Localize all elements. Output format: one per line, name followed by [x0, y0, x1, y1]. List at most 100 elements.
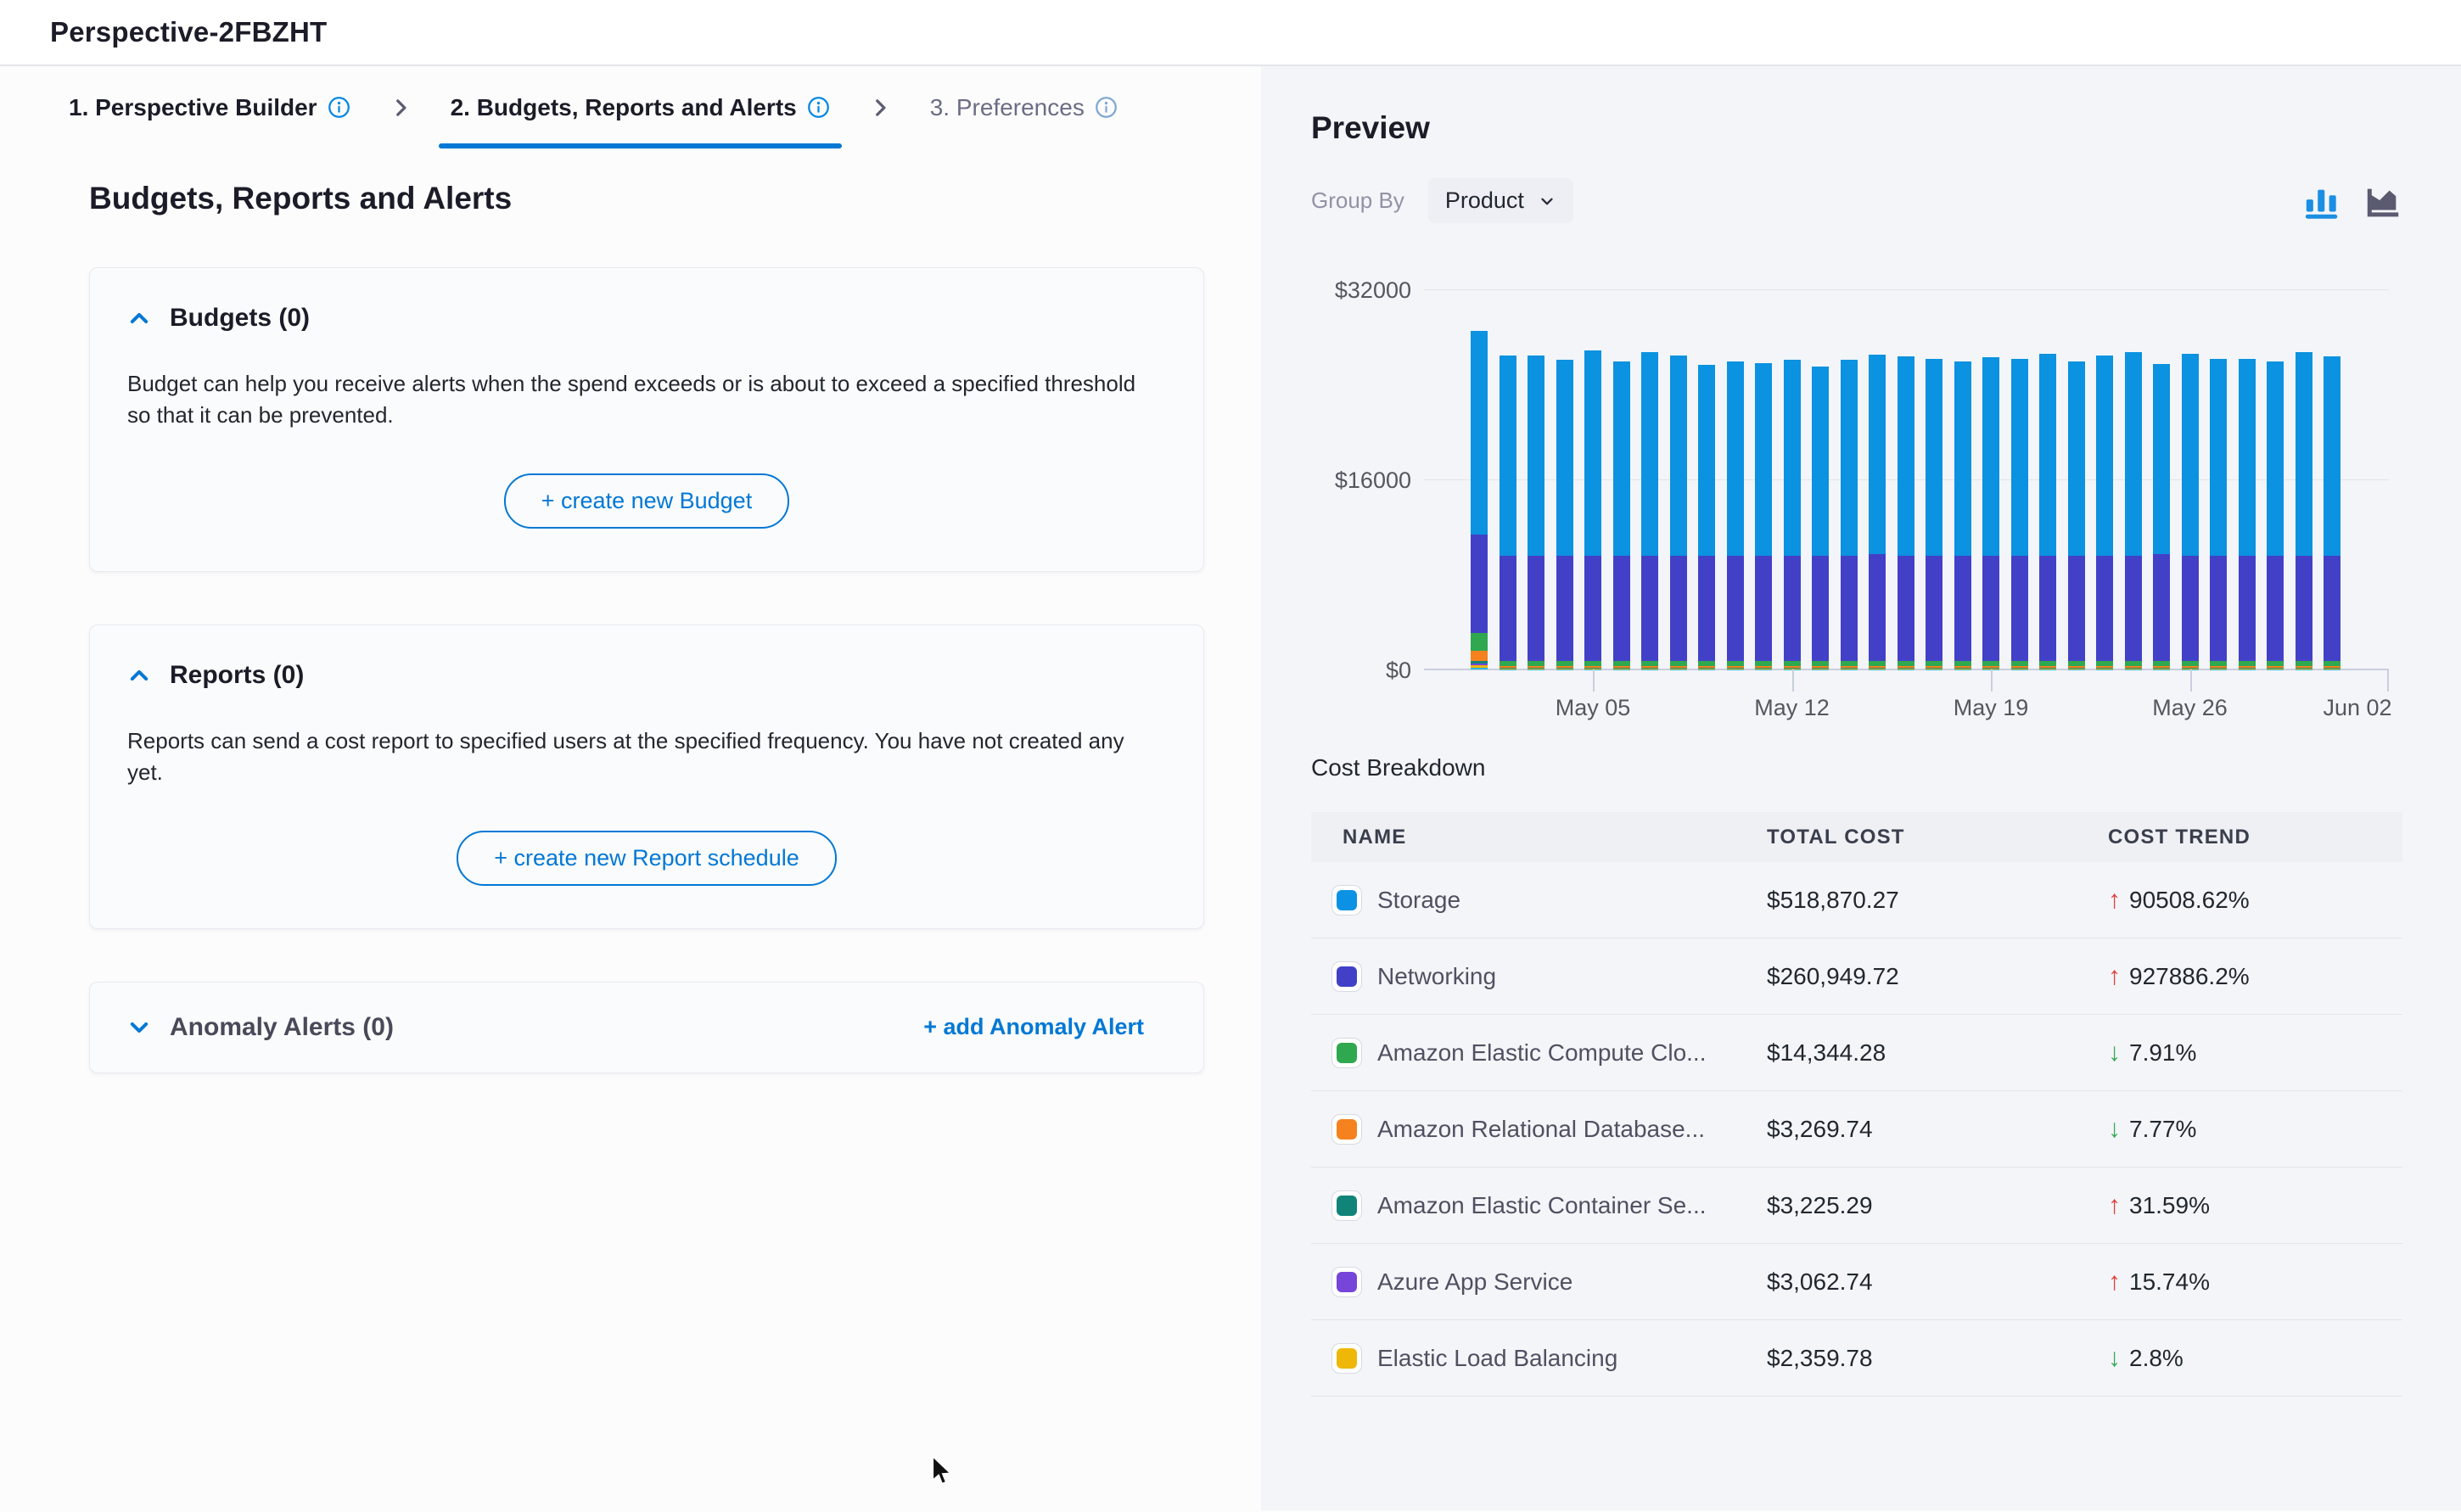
chart-bar-may-06[interactable] [1613, 361, 1630, 669]
budgets-title: Budgets (0) [170, 304, 310, 333]
table-body: Storage$518,870.27↑90508.62%Networking$2… [1311, 862, 2402, 1397]
legend-color-swatch[interactable] [1331, 1038, 1362, 1068]
row-total-cost: $2,359.78 [1767, 1345, 2108, 1372]
row-name: Amazon Relational Database... [1377, 1116, 1705, 1143]
collapse-chevron-up-icon[interactable] [127, 306, 151, 330]
row-total-cost: $3,062.74 [1767, 1268, 2108, 1296]
table-row-networking[interactable]: Networking$260,949.72↑927886.2% [1311, 938, 2402, 1015]
row-cost-trend: 927886.2% [2129, 963, 2250, 990]
column-header-cost-trend: COST TREND [2108, 826, 2402, 849]
tab-label: 2. Budgets, Reports and Alerts [451, 94, 797, 121]
bar-segment [1613, 361, 1630, 556]
trend-up-arrow-icon: ↑ [2108, 1191, 2121, 1220]
legend-color-swatch[interactable] [1331, 1343, 1362, 1374]
group-by-value: Product [1445, 188, 1524, 214]
chart-bar-may-14[interactable] [1841, 360, 1858, 669]
chart-bar-may-08[interactable] [1670, 356, 1687, 669]
tab-preferences[interactable]: 3. Preferences [918, 66, 1130, 148]
chart-bar-may-10[interactable] [1727, 361, 1744, 669]
create-report-schedule-button[interactable]: + create new Report schedule [457, 831, 836, 886]
info-icon[interactable] [328, 96, 350, 119]
chart-bar-may-01[interactable] [1471, 331, 1488, 669]
expand-chevron-down-icon[interactable] [127, 1016, 151, 1039]
bar-segment [1584, 350, 1601, 556]
chart-bar-may-13[interactable] [1812, 367, 1829, 669]
chart-bar-may-28[interactable] [2239, 359, 2256, 669]
row-name: Networking [1377, 963, 1496, 990]
chart-bar-may-18[interactable] [1954, 361, 1971, 669]
chart-bar-may-15[interactable] [1869, 355, 1886, 669]
bar-segment [1869, 554, 1886, 661]
chart-bar-may-16[interactable] [1898, 356, 1914, 669]
chart-bar-may-26[interactable] [2182, 354, 2199, 669]
anomaly-alerts-title: Anomaly Alerts (0) [170, 1013, 394, 1042]
table-row-amazon-relational-database[interactable]: Amazon Relational Database...$3,269.74↓7… [1311, 1091, 2402, 1168]
bar-segment [1528, 556, 1544, 660]
legend-color-swatch[interactable] [1331, 1190, 1362, 1221]
wizard-tabs: 1. Perspective Builder 2. Budgets, Repor… [0, 66, 1261, 148]
chart-bar-may-27[interactable] [2210, 359, 2227, 669]
bar-segment [1471, 651, 1488, 660]
bar-segment [2011, 556, 2028, 660]
row-name: Amazon Elastic Container Se... [1377, 1192, 1707, 1219]
tab-perspective-builder[interactable]: 1. Perspective Builder [57, 66, 362, 148]
chart-bar-may-31[interactable] [2324, 356, 2340, 669]
chart-bar-may-03[interactable] [1528, 356, 1544, 669]
bar-segment [1500, 556, 1516, 660]
x-axis-label: May 19 [1954, 695, 2029, 721]
bar-segment [2096, 556, 2113, 660]
legend-color-swatch[interactable] [1331, 1114, 1362, 1145]
info-icon[interactable] [1095, 96, 1118, 119]
chart-bar-may-25[interactable] [2153, 364, 2170, 669]
chart-bar-may-11[interactable] [1755, 363, 1772, 669]
chart-bar-may-04[interactable] [1556, 360, 1573, 669]
trend-down-arrow-icon: ↓ [2108, 1115, 2121, 1144]
tab-label: 1. Perspective Builder [69, 94, 317, 121]
chart-bar-may-21[interactable] [2039, 354, 2056, 669]
chart-bar-may-19[interactable] [1982, 357, 1999, 669]
chart-bar-may-29[interactable] [2267, 361, 2284, 669]
chart-plot-area: $32000 $16000 $0 May 05May 12May 19May 2… [1424, 289, 2389, 669]
group-by-select[interactable]: Product [1428, 178, 1573, 223]
table-row-amazon-elastic-container-se[interactable]: Amazon Elastic Container Se...$3,225.29↑… [1311, 1168, 2402, 1244]
chart-bar-may-09[interactable] [1698, 365, 1715, 669]
table-row-storage[interactable]: Storage$518,870.27↑90508.62% [1311, 862, 2402, 938]
bar-segment [2039, 556, 2056, 660]
chart-bar-may-30[interactable] [2296, 352, 2312, 669]
chart-bar-may-02[interactable] [1500, 356, 1516, 669]
left-pane: 1. Perspective Builder 2. Budgets, Repor… [0, 66, 1261, 1510]
chart-bar-may-23[interactable] [2096, 356, 2113, 669]
app-header: Perspective-2FBZHT [0, 0, 2461, 66]
chart-bar-may-07[interactable] [1641, 352, 1658, 669]
table-row-elastic-load-balancing[interactable]: Elastic Load Balancing$2,359.78↓2.8% [1311, 1320, 2402, 1397]
bar-segment [1926, 556, 1942, 660]
bar-segment [2182, 354, 2199, 556]
table-header-row: NAME TOTAL COST COST TREND [1311, 812, 2402, 862]
bar-chart-icon[interactable] [2302, 182, 2341, 221]
budgets-description: Budget can help you receive alerts when … [127, 368, 1158, 431]
chart-bar-may-24[interactable] [2125, 352, 2142, 669]
add-anomaly-alert-button[interactable]: + add Anomaly Alert [923, 1014, 1166, 1040]
legend-color-swatch[interactable] [1331, 885, 1362, 916]
chart-bar-may-22[interactable] [2068, 361, 2085, 669]
info-icon[interactable] [807, 96, 830, 119]
x-axis-label: May 12 [1754, 695, 1830, 721]
legend-color-swatch[interactable] [1331, 1267, 1362, 1297]
collapse-chevron-up-icon[interactable] [127, 664, 151, 687]
table-row-azure-app-service[interactable]: Azure App Service$3,062.74↑15.74% [1311, 1244, 2402, 1320]
swatch-color [1337, 966, 1357, 987]
create-budget-button[interactable]: + create new Budget [504, 473, 789, 529]
legend-color-swatch[interactable] [1331, 961, 1362, 992]
bar-segment [1784, 556, 1801, 660]
trend-down-arrow-icon: ↓ [2108, 1039, 2121, 1067]
chart-bar-may-17[interactable] [1926, 359, 1942, 669]
bar-segment [1670, 556, 1687, 660]
reports-card: Reports (0) Reports can send a cost repo… [89, 624, 1204, 929]
table-row-amazon-elastic-compute-clo[interactable]: Amazon Elastic Compute Clo...$14,344.28↓… [1311, 1015, 2402, 1091]
chart-bar-may-12[interactable] [1784, 360, 1801, 669]
chart-bar-may-05[interactable] [1584, 350, 1601, 669]
tab-budgets-reports-alerts[interactable]: 2. Budgets, Reports and Alerts [439, 66, 842, 148]
chart-bar-may-20[interactable] [2011, 359, 2028, 669]
area-chart-icon[interactable] [2363, 182, 2402, 221]
bar-segment [2096, 356, 2113, 557]
